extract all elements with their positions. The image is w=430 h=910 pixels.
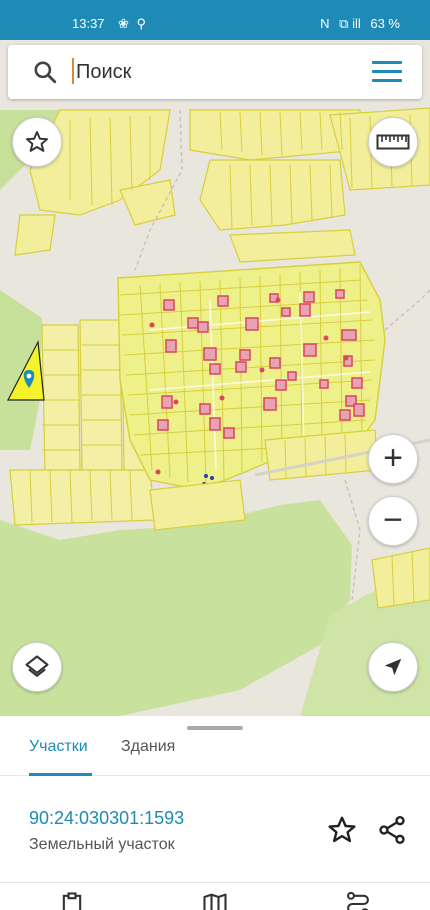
ruler-icon — [376, 134, 410, 150]
zoom-in-button[interactable]: + — [368, 434, 418, 484]
map-view[interactable] — [0, 40, 430, 716]
tab-bar: Участки Здания — [0, 738, 430, 776]
nfc-icon: N — [320, 16, 330, 31]
share-icon[interactable] — [376, 814, 408, 846]
status-bar: 13:37 ❀ ⚲ N ⧉ ill 63 % — [0, 0, 430, 40]
layers-button[interactable] — [12, 642, 62, 692]
star-outline-icon[interactable] — [326, 814, 358, 846]
navigation-arrow-icon — [384, 658, 402, 676]
bottom-panel: Участки Здания 90:24:030301:1593 Земельн… — [0, 716, 430, 910]
parcel-type: Земельный участок — [29, 836, 175, 853]
active-tab-indicator — [29, 773, 92, 776]
clipboard-icon[interactable] — [58, 890, 86, 910]
menu-icon[interactable] — [372, 61, 402, 83]
layers-icon — [25, 655, 49, 677]
search-icon[interactable] — [32, 59, 58, 85]
search-input[interactable] — [76, 55, 356, 89]
notification-icons: ❀ ⚲ — [118, 16, 149, 31]
zoom-out-label: − — [383, 500, 403, 539]
parcel-cadastral-number[interactable]: 90:24:030301:1593 — [29, 808, 184, 829]
map-icon[interactable] — [201, 890, 229, 910]
drag-handle[interactable] — [187, 726, 243, 730]
map-canvas — [0, 40, 430, 716]
favorite-button[interactable] — [12, 117, 62, 167]
search-bar[interactable] — [8, 45, 422, 99]
status-time: 13:37 — [72, 16, 105, 31]
ruler-button[interactable] — [368, 117, 418, 167]
signal-icon: ⧉ ill — [339, 16, 361, 31]
tab-parcels[interactable]: Участки — [29, 738, 88, 766]
zoom-in-label: + — [383, 438, 403, 477]
panel-divider — [0, 882, 430, 883]
route-icon[interactable] — [344, 890, 372, 910]
star-outline-icon — [25, 131, 49, 152]
battery-level: 63 % — [370, 16, 400, 31]
my-location-button[interactable] — [368, 642, 418, 692]
status-right: N ⧉ ill 63 % — [314, 16, 400, 32]
text-cursor — [72, 58, 74, 84]
tab-buildings[interactable]: Здания — [121, 738, 175, 766]
zoom-out-button[interactable]: − — [368, 496, 418, 546]
